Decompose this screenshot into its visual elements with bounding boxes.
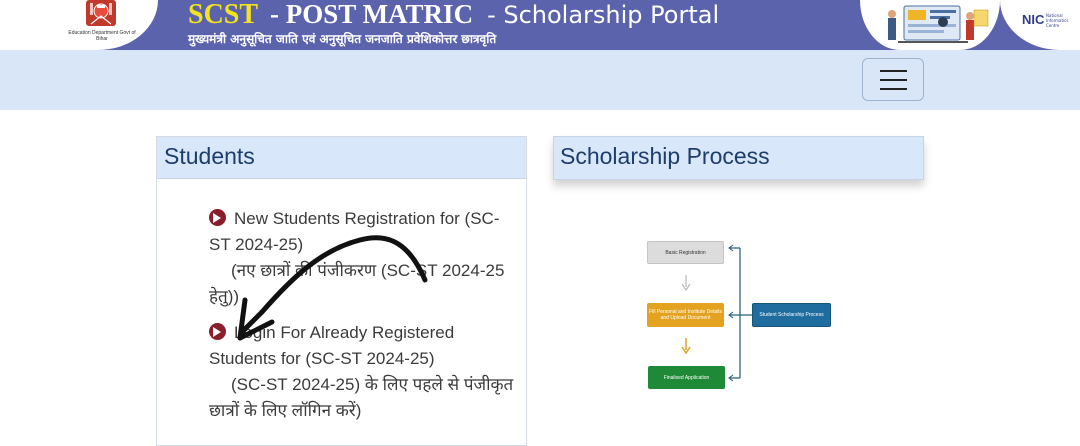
flow-basic-registration: Basic Registration (647, 241, 724, 264)
flow-fill-details: Fill Personal and Institute Details and … (647, 303, 724, 327)
process-flow-connectors (681, 244, 752, 382)
flow-finalised-application: Finalised Application (648, 366, 725, 389)
flow-student-scholarship-process: Student Scholarship Process (752, 303, 831, 327)
